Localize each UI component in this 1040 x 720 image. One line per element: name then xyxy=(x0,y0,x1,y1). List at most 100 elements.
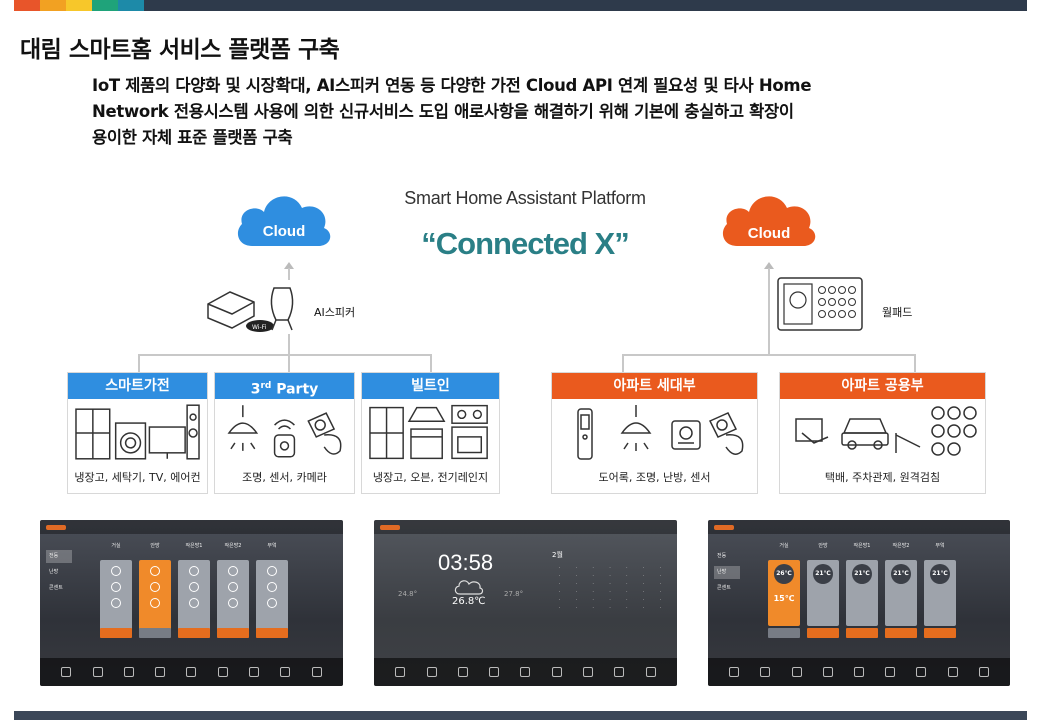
dock-icon[interactable] xyxy=(395,667,406,677)
dock-icon[interactable] xyxy=(249,667,260,677)
category-title: 스마트가전 xyxy=(68,373,207,399)
room-label: 부엌 xyxy=(267,543,277,549)
power-button[interactable] xyxy=(807,628,839,638)
category-built-in: 빌트인 냉장고, 오븐, 전기레인지 xyxy=(361,372,500,494)
dock-icon[interactable] xyxy=(978,667,989,677)
category-title: 아파트 세대부 xyxy=(552,373,757,399)
calendar-month: 2월 xyxy=(552,551,563,559)
screen-dock xyxy=(40,658,343,686)
connector xyxy=(430,354,432,372)
category-apartment-common: 아파트 공용부 택배, 주차관제, 원격검침 xyxy=(779,372,986,494)
screen-sidebar: 전등 난방 콘센트 xyxy=(46,550,72,598)
current-temp: 26℃ xyxy=(774,564,794,584)
thermostat-panel[interactable]: 21℃ xyxy=(807,560,839,626)
thermostat-panel[interactable]: 21℃ xyxy=(846,560,878,626)
light-panel[interactable] xyxy=(100,560,132,638)
power-button[interactable] xyxy=(178,628,210,638)
apartment-common-devices-icon xyxy=(794,406,977,456)
dock-icon[interactable] xyxy=(947,667,958,677)
dock-icon[interactable] xyxy=(583,667,594,677)
thermostat-panel[interactable]: 21℃ xyxy=(924,560,956,626)
dock-icon[interactable] xyxy=(489,667,500,677)
room-label: 안방 xyxy=(818,543,828,549)
sidebar-item-outlet[interactable]: 콘센트 xyxy=(714,582,740,595)
light-panel[interactable] xyxy=(256,560,288,638)
dock-icon[interactable] xyxy=(853,667,864,677)
light-panel[interactable] xyxy=(217,560,249,638)
thermostat-panel[interactable]: 21℃ xyxy=(885,560,917,626)
category-caption: 냉장고, 오븐, 전기레인지 xyxy=(372,471,489,484)
room-label: 작은방2 xyxy=(224,543,242,549)
power-button[interactable] xyxy=(217,628,249,638)
screen-dock xyxy=(708,658,1010,686)
dock-icon[interactable] xyxy=(645,667,656,677)
connector xyxy=(288,354,290,372)
temp-current: 26.8℃ xyxy=(452,596,486,607)
connector xyxy=(138,354,140,372)
dock-icon[interactable] xyxy=(614,667,625,677)
power-button[interactable] xyxy=(846,628,878,638)
sidebar-item-light[interactable]: 전등 xyxy=(714,550,740,563)
sidebar-item-light[interactable]: 전등 xyxy=(46,550,72,563)
temp-right: 27.8° xyxy=(504,590,524,598)
room-label: 작은방1 xyxy=(853,543,871,549)
dock-icon[interactable] xyxy=(457,667,468,677)
dock-icon[interactable] xyxy=(311,667,322,677)
dock-icon[interactable] xyxy=(426,667,437,677)
platform-name: “Connected X” xyxy=(421,226,629,261)
category-caption: 도어록, 조명, 난방, 센서 xyxy=(598,471,711,484)
dock-icon[interactable] xyxy=(760,667,771,677)
title-sup: rd xyxy=(260,381,272,391)
connector xyxy=(914,354,916,372)
cloud-label: Cloud xyxy=(262,223,306,240)
sidebar-item-outlet[interactable]: 콘센트 xyxy=(46,582,72,595)
dock-icon[interactable] xyxy=(217,667,228,677)
dock-icon[interactable] xyxy=(520,667,531,677)
dock-icon[interactable] xyxy=(885,667,896,677)
dock-icon[interactable] xyxy=(791,667,802,677)
dock-icon[interactable] xyxy=(92,667,103,677)
power-button[interactable] xyxy=(924,628,956,638)
dock-icon[interactable] xyxy=(551,667,562,677)
thermostat-panel[interactable]: 26℃ 15℃ xyxy=(768,560,800,626)
power-button[interactable] xyxy=(885,628,917,638)
description-line: IoT 제품의 다양화 및 시장확대, AI스피커 연동 등 다양한 가전 Cl… xyxy=(92,76,812,95)
svg-text:Wi-Fi: Wi-Fi xyxy=(252,324,267,331)
built-in-appliances-icon xyxy=(369,404,488,460)
weather-cloud-icon xyxy=(454,580,484,595)
appliances-icon xyxy=(75,404,200,460)
cloud-icon xyxy=(237,196,331,246)
power-button[interactable] xyxy=(256,628,288,638)
sidebar-item-heating[interactable]: 난방 xyxy=(714,566,740,579)
home-screen: 03:58 24.8° 26.8℃ 27.8° 2월 · · · · · · · · · · · ·… xyxy=(374,520,677,686)
connector xyxy=(622,354,916,356)
brand-logo xyxy=(714,524,734,530)
category-caption: 택배, 주차관제, 원격검침 xyxy=(824,471,941,484)
page-title: 대림 스마트홈 서비스 플랫폼 구축 xyxy=(20,37,340,63)
clock-time: 03:58 xyxy=(438,550,494,575)
dock-icon[interactable] xyxy=(280,667,291,677)
ai-speaker-icon: Wi-Fi xyxy=(207,287,294,332)
connector xyxy=(622,354,624,372)
sidebar-item-heating[interactable]: 난방 xyxy=(46,566,72,579)
dock-icon[interactable] xyxy=(916,667,927,677)
heating-screen: 전등 난방 콘센트 거실 안방 작은방1 작은방2 부엌 26℃ 15℃ 21℃ … xyxy=(708,520,1010,686)
power-button[interactable] xyxy=(139,628,171,638)
dock-icon[interactable] xyxy=(186,667,197,677)
lighting-screen: 전등 난방 콘센트 거실 안방 작은방1 작은방2 부엌 xyxy=(40,520,343,686)
power-button[interactable] xyxy=(100,628,132,638)
dock-icon[interactable] xyxy=(123,667,134,677)
power-button[interactable] xyxy=(768,628,800,638)
current-temp: 21℃ xyxy=(813,564,833,584)
set-temp: 15℃ xyxy=(773,594,795,603)
light-panel[interactable] xyxy=(178,560,210,638)
dock-icon[interactable] xyxy=(729,667,740,677)
light-panel[interactable] xyxy=(139,560,171,638)
dock-icon[interactable] xyxy=(822,667,833,677)
dock-icon[interactable] xyxy=(61,667,72,677)
current-temp: 21℃ xyxy=(891,564,911,584)
category-apartment-unit: 아파트 세대부 도어록, 조명, 난방, 센서 xyxy=(551,372,758,494)
dock-icon[interactable] xyxy=(155,667,166,677)
connector xyxy=(288,334,290,354)
left-cloud: Cloud xyxy=(232,186,336,250)
